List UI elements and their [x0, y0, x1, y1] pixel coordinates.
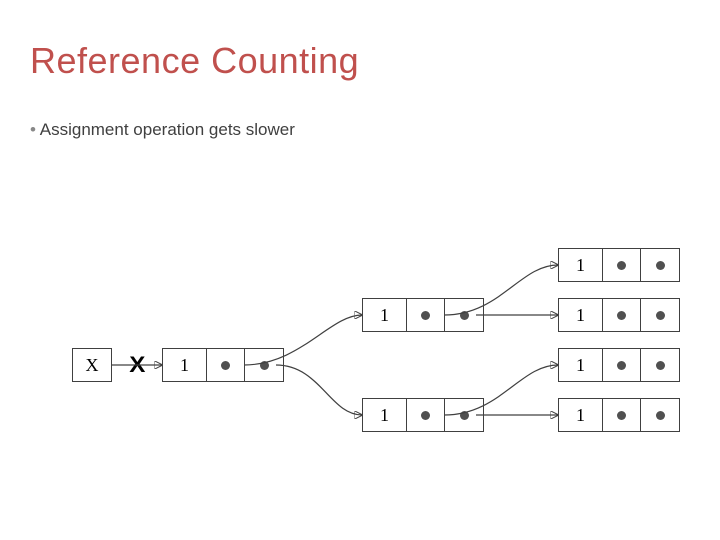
pointer-cell: [245, 349, 283, 381]
node-leaf-2: 1: [558, 298, 680, 332]
node-level1-bot: 1: [362, 398, 484, 432]
pointer-cell: [445, 399, 483, 431]
slide: Reference Counting Assignment operation …: [0, 0, 720, 540]
node-leaf-1: 1: [558, 248, 680, 282]
pointer-cell: [641, 399, 679, 431]
dot-icon: [460, 311, 469, 320]
pointer-cell: [641, 349, 679, 381]
dot-icon: [421, 311, 430, 320]
pointer-cell: [407, 299, 445, 331]
dot-icon: [656, 411, 665, 420]
node-leaf-3: 1: [558, 348, 680, 382]
node-level2: 1: [162, 348, 284, 382]
dot-icon: [617, 261, 626, 270]
pointer-cell: [603, 399, 641, 431]
pointer-cell: [603, 349, 641, 381]
node-level1-top: 1: [362, 298, 484, 332]
var-x-box: X: [72, 348, 112, 382]
dot-icon: [460, 411, 469, 420]
pointer-cell: [641, 249, 679, 281]
refcount-cell: 1: [559, 349, 603, 381]
pointer-cell: [603, 299, 641, 331]
pointer-cell: [641, 299, 679, 331]
pointer-cell: [207, 349, 245, 381]
var-x-label: X: [86, 355, 99, 376]
bullet-assignment-slower: Assignment operation gets slower: [30, 120, 295, 140]
pointer-cell: [603, 249, 641, 281]
pointer-cell: [445, 299, 483, 331]
refcount-cell: 1: [363, 299, 407, 331]
node-leaf-4: 1: [558, 398, 680, 432]
pointer-cell: [407, 399, 445, 431]
refcount-cell: 1: [559, 399, 603, 431]
refcount-cell: 1: [559, 249, 603, 281]
dot-icon: [656, 311, 665, 320]
refcount-cell: 1: [363, 399, 407, 431]
refcount-cell: 1: [163, 349, 207, 381]
deleted-pointer-cross: X: [129, 352, 145, 378]
dot-icon: [656, 261, 665, 270]
dot-icon: [617, 361, 626, 370]
refcount-cell: 1: [559, 299, 603, 331]
dot-icon: [421, 411, 430, 420]
dot-icon: [656, 361, 665, 370]
dot-icon: [260, 361, 269, 370]
arrow: [276, 365, 362, 415]
dot-icon: [221, 361, 230, 370]
dot-icon: [617, 411, 626, 420]
page-title: Reference Counting: [30, 40, 359, 82]
dot-icon: [617, 311, 626, 320]
